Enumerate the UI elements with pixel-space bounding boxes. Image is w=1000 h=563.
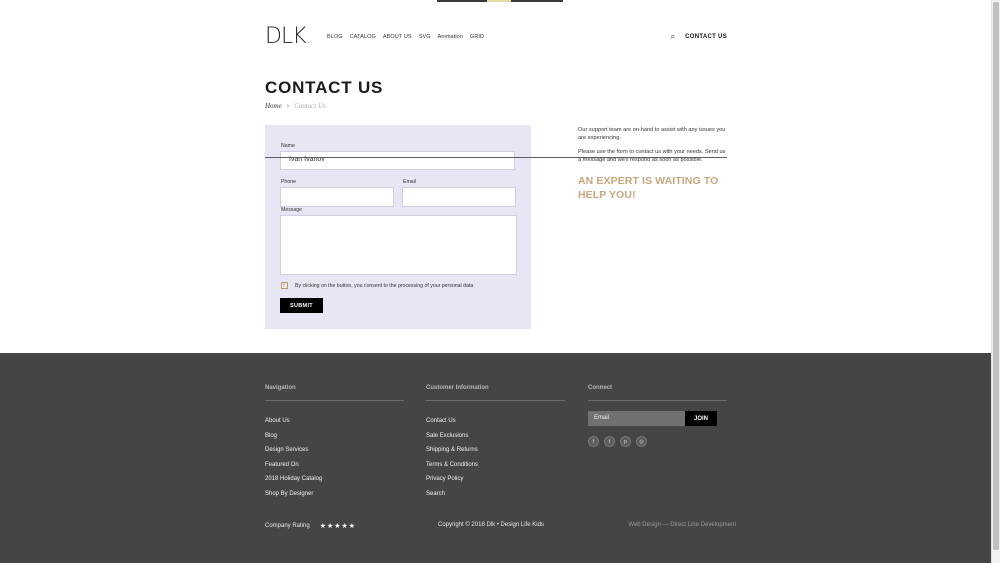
footer-connect-title: Connect xyxy=(588,385,727,401)
name-field[interactable]: Ivan Ivanov xyxy=(280,151,515,170)
footer-link-featured-on[interactable]: Featured On xyxy=(265,462,404,477)
footer-link-about-us[interactable]: About Us xyxy=(265,418,404,433)
rating-label: Company Rating xyxy=(265,523,310,529)
support-paragraph-1: Our support team are on-hand to assist w… xyxy=(578,127,726,142)
nav-item-svg[interactable]: SVG xyxy=(419,34,431,40)
support-info: Our support team are on-hand to assist w… xyxy=(578,126,728,202)
copyright: Copyright © 2018 Dlk • Design Life Kids xyxy=(438,522,544,528)
rating-stars: ★★★★★ xyxy=(319,523,357,530)
chevron-right-icon: › xyxy=(286,102,290,110)
twitter-icon[interactable]: t xyxy=(604,436,615,447)
consent-checkbox[interactable]: ✓ xyxy=(281,282,288,289)
footer-nav-title: Navigation xyxy=(265,385,404,401)
footer-divider xyxy=(265,157,727,158)
footer-customer-information: Customer Information Contact Us Sale Exc… xyxy=(426,385,565,505)
site-footer: Navigation About Us Blog Design Services… xyxy=(0,353,991,563)
header-contact-link[interactable]: CONTACT US xyxy=(685,34,727,40)
consent-text: By clicking on the button, you consent t… xyxy=(295,282,474,289)
breadcrumb-home[interactable]: Home xyxy=(265,102,282,110)
header-right: ⌕ CONTACT US xyxy=(671,32,727,42)
footer-link-holiday-catalog[interactable]: 2018 Holiday Catalog xyxy=(265,476,404,491)
site-header: DLK BLOG CATALOG ABOUT US SVG Animation … xyxy=(265,20,727,54)
breadcrumb-current: Contact Us xyxy=(294,102,326,110)
footer-navigation: Navigation About Us Blog Design Services… xyxy=(265,385,404,505)
footer-link-design-services[interactable]: Design Services xyxy=(265,447,404,462)
footer-link-sale-exclusions[interactable]: Sale Exclusions xyxy=(426,433,565,448)
phone-field[interactable] xyxy=(280,187,394,207)
top-progress-bar xyxy=(437,0,563,2)
footer-link-contact-us[interactable]: Contact Us xyxy=(426,418,565,433)
message-label: Message xyxy=(281,207,303,213)
social-links: f t p ◎ xyxy=(588,436,727,447)
footer-ci-title: Customer Information xyxy=(426,385,565,401)
newsletter-row: Email JOIN xyxy=(588,411,727,426)
instagram-icon[interactable]: ◎ xyxy=(636,436,647,447)
company-rating: Company Rating ★★★★★ xyxy=(265,522,356,530)
main-nav: BLOG CATALOG ABOUT US SVG Animation GRID xyxy=(327,34,484,40)
search-icon[interactable]: ⌕ xyxy=(671,32,675,42)
footer-connect: Connect Email JOIN f t p ◎ xyxy=(588,385,727,447)
footer-link-blog[interactable]: Blog xyxy=(265,433,404,448)
top-progress-segment xyxy=(487,0,511,2)
nav-item-catalog[interactable]: CATALOG xyxy=(350,34,376,40)
email-label: Email xyxy=(403,179,416,185)
scrollbar[interactable] xyxy=(991,0,1000,563)
nav-item-blog[interactable]: BLOG xyxy=(327,34,343,40)
page-title: CONTACT US xyxy=(265,78,384,97)
submit-button[interactable]: SUBMIT xyxy=(280,298,323,313)
footer-link-shipping-returns[interactable]: Shipping & Returns xyxy=(426,447,565,462)
footer-link-privacy[interactable]: Privacy Policy xyxy=(426,476,565,491)
nav-item-animation[interactable]: Animation xyxy=(438,34,463,40)
scrollbar-thumb[interactable] xyxy=(993,2,999,550)
nav-item-grid[interactable]: GRID xyxy=(470,34,484,40)
phone-label: Phone xyxy=(281,179,297,185)
logo[interactable]: DLK xyxy=(265,24,307,49)
newsletter-email-input[interactable]: Email xyxy=(588,411,685,426)
message-field[interactable] xyxy=(280,215,517,275)
footer-link-terms[interactable]: Terms & Conditions xyxy=(426,462,565,477)
consent-row: ✓ By clicking on the button, you consent… xyxy=(281,282,473,289)
breadcrumb: Home › Contact Us xyxy=(265,102,326,110)
web-design-credit[interactable]: Web Design — Direct Line Development xyxy=(628,522,736,528)
join-button[interactable]: JOIN xyxy=(685,411,717,426)
footer-link-search[interactable]: Search xyxy=(426,491,565,506)
name-label: Name xyxy=(281,143,295,149)
facebook-icon[interactable]: f xyxy=(588,436,599,447)
nav-item-about-us[interactable]: ABOUT US xyxy=(383,34,412,40)
expert-cta: AN EXPERT IS WAITING TO HELP YOU! xyxy=(578,174,719,201)
pinterest-icon[interactable]: p xyxy=(620,436,631,447)
email-field[interactable] xyxy=(402,187,516,207)
footer-link-shop-by-designer[interactable]: Shop By Designer xyxy=(265,491,404,506)
